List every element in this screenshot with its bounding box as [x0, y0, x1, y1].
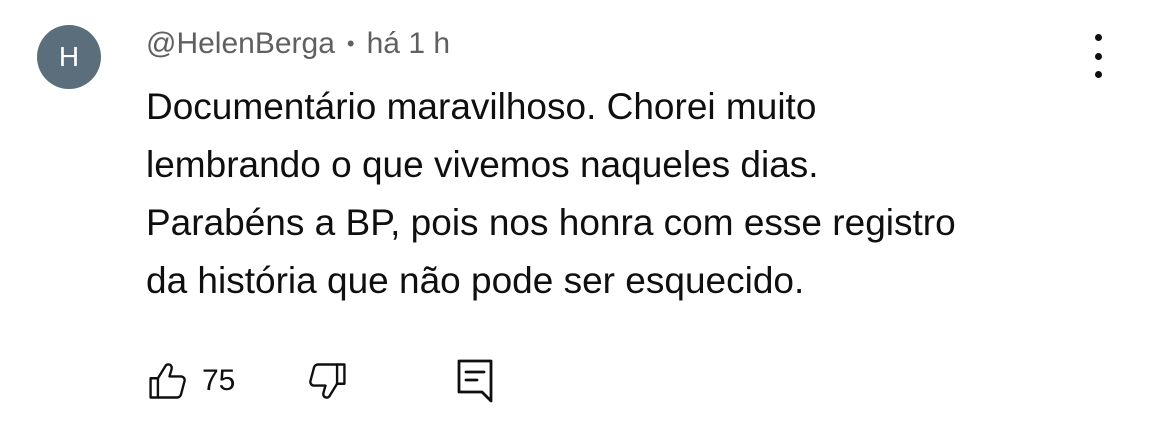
dislike-button[interactable] — [305, 359, 349, 403]
more-vertical-icon[interactable] — [1082, 34, 1114, 78]
reply-comment-icon — [457, 359, 493, 403]
meta-separator: • — [346, 31, 355, 56]
menu-dot — [1094, 71, 1102, 78]
comment-line: lembrando o que vivemos naqueles dias. — [146, 144, 819, 185]
comment-line: da história que não pode ser esquecido. — [146, 260, 805, 301]
author-handle[interactable]: @HelenBerga — [146, 27, 335, 61]
like-count: 75 — [202, 364, 236, 397]
thumbs-down-icon — [309, 363, 346, 399]
comment-line: Documentário maravilhoso. Chorei muito — [146, 86, 817, 127]
avatar[interactable]: H — [37, 25, 101, 89]
comment-actions: 75 — [146, 356, 495, 406]
like-button[interactable]: 75 — [146, 359, 235, 403]
comment-timestamp[interactable]: há 1 h — [367, 27, 450, 61]
menu-dot — [1094, 34, 1102, 41]
comment-line: Parabéns a BP, pois nos honra com esse r… — [146, 202, 956, 243]
thumbs-up-icon — [149, 363, 186, 399]
comment-text: Documentário maravilhoso. Chorei muito l… — [146, 78, 1136, 310]
comment-meta: @HelenBerga • há 1 h — [146, 24, 450, 64]
menu-dot — [1094, 52, 1102, 60]
reply-button[interactable] — [455, 357, 495, 405]
avatar-letter: H — [58, 41, 80, 72]
